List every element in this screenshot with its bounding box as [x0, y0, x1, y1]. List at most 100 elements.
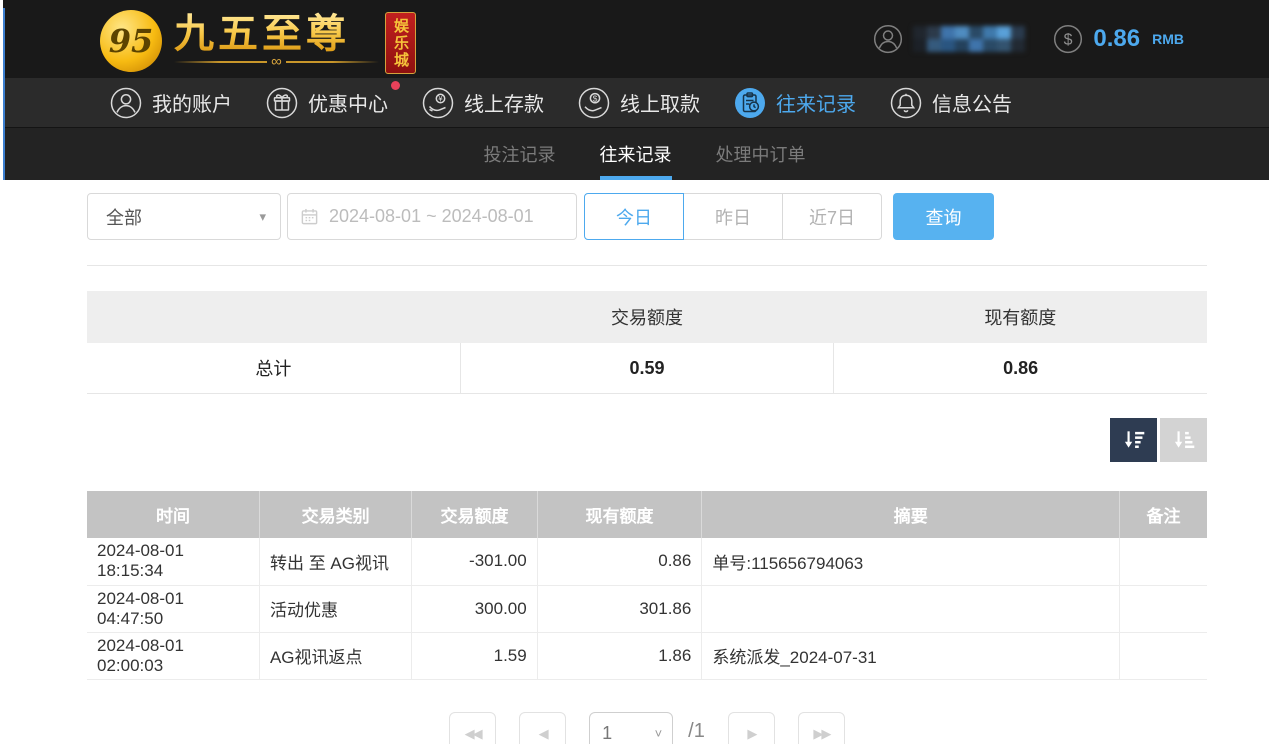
bell-icon — [890, 87, 922, 119]
nav-item-deposit[interactable]: ¥ 线上存款 — [422, 87, 544, 119]
prev-page-button[interactable]: ◀ — [519, 712, 566, 744]
summary-header-row: 交易额度 现有额度 — [87, 291, 1207, 343]
tab-betting-records[interactable]: 投注记录 — [484, 128, 556, 180]
top-header: 95 九五至尊 ∞ 娱乐城 — [0, 0, 1269, 78]
cell-summary — [702, 585, 1120, 632]
nav-item-withdraw[interactable]: $ 线上取款 — [578, 87, 700, 119]
summary-header-empty — [87, 291, 460, 343]
summary-header-current: 现有额度 — [834, 291, 1207, 343]
nav-label: 信息公告 — [932, 88, 1012, 117]
cell-note — [1120, 632, 1207, 679]
nav-item-transaction-records[interactable]: 往来记录 — [734, 87, 856, 119]
first-page-button[interactable]: ◀◀ — [449, 712, 496, 744]
page: 95 九五至尊 ∞ 娱乐城 — [0, 0, 1269, 744]
nav-label: 往来记录 — [776, 88, 856, 117]
svg-text:$: $ — [1064, 32, 1073, 49]
withdraw-icon: $ — [578, 87, 610, 119]
dollar-icon: $ — [1053, 24, 1083, 54]
summary-header-transaction: 交易额度 — [460, 291, 833, 343]
deposit-icon: ¥ — [422, 87, 454, 119]
divider — [87, 265, 1207, 266]
site-title: 九五至尊 — [174, 12, 379, 56]
user-circle-icon — [110, 87, 142, 119]
tab-pending-orders[interactable]: 处理中订单 — [716, 128, 806, 180]
nav-item-announcements[interactable]: 信息公告 — [890, 87, 1012, 119]
last-page-button[interactable]: ▶▶ — [798, 712, 845, 744]
tab-transaction-records[interactable]: 往来记录 — [600, 128, 672, 180]
site-logo[interactable]: 95 九五至尊 ∞ 娱乐城 — [100, 4, 416, 74]
cell-amount: 300.00 — [412, 585, 537, 632]
summary-table: 交易额度 现有额度 总计 0.59 0.86 — [87, 291, 1207, 394]
header-note: 备注 — [1120, 491, 1207, 538]
cell-time: 2024-08-01 04:47:50 — [87, 585, 259, 632]
header-amount: 交易额度 — [412, 491, 537, 538]
svg-text:¥: ¥ — [437, 94, 443, 103]
user-icon — [873, 24, 903, 54]
next-page-button[interactable]: ▶ — [728, 712, 775, 744]
filter-bar: 全部 ▾ 2024-08-01 ~ 2024-08-01 今日 昨日 近7日 — [87, 193, 1207, 240]
cell-note — [1120, 538, 1207, 585]
page-select-value: 1 — [602, 723, 612, 744]
main-nav: 我的账户 优惠中心 ¥ 线上存款 — [0, 78, 1269, 128]
cell-balance: 0.86 — [537, 538, 702, 585]
page-total: /1 — [688, 720, 705, 743]
search-button[interactable]: 查询 — [893, 193, 994, 240]
nav-label: 我的账户 — [152, 88, 232, 117]
cell-type: AG视讯返点 — [259, 632, 411, 679]
header-type: 交易类别 — [259, 491, 411, 538]
nav-item-my-account[interactable]: 我的账户 — [110, 87, 232, 119]
cell-balance: 301.86 — [537, 585, 702, 632]
cell-amount: -301.00 — [412, 538, 537, 585]
nav-label: 线上存款 — [464, 88, 544, 117]
today-button[interactable]: 今日 — [584, 193, 684, 240]
notification-dot — [391, 81, 400, 90]
svg-text:$: $ — [593, 93, 598, 103]
sort-desc-icon — [1121, 427, 1147, 453]
cell-type: 活动优惠 — [259, 585, 411, 632]
cell-amount: 1.59 — [412, 632, 537, 679]
calendar-icon — [300, 207, 319, 226]
chevron-down-icon: ˅ — [655, 726, 663, 741]
record-subtabs: 投注记录 往来记录 处理中订单 — [0, 128, 1269, 180]
sort-ascending-button[interactable] — [1160, 418, 1207, 462]
nav-label: 线上取款 — [620, 88, 700, 117]
cell-summary: 系统派发_2024-07-31 — [702, 632, 1120, 679]
header-time: 时间 — [87, 491, 259, 538]
type-select[interactable]: 全部 ▾ — [87, 193, 281, 240]
summary-current-amount: 0.86 — [834, 343, 1207, 393]
table-row: 2024-08-01 04:47:50 活动优惠 300.00 301.86 — [87, 585, 1207, 632]
table-row: 2024-08-01 18:15:34 转出 至 AG视讯 -301.00 0.… — [87, 538, 1207, 585]
cell-time: 2024-08-01 18:15:34 — [87, 538, 259, 585]
cell-summary: 单号:115656794063 — [702, 538, 1120, 585]
sort-controls — [87, 418, 1207, 462]
page-select[interactable]: 1 ˅ — [589, 712, 673, 744]
logo-badge: 娱乐城 — [385, 12, 416, 74]
balance[interactable]: $ 0.86 RMB — [1053, 24, 1184, 54]
summary-transaction-amount: 0.59 — [461, 343, 835, 393]
cell-time: 2024-08-01 02:00:03 — [87, 632, 259, 679]
table-row: 2024-08-01 02:00:03 AG视讯返点 1.59 1.86 系统派… — [87, 632, 1207, 679]
date-range-value: 2024-08-01 ~ 2024-08-01 — [329, 206, 534, 227]
header-right: $ 0.86 RMB — [873, 0, 1184, 78]
header-balance: 现有额度 — [537, 491, 702, 538]
summary-total-label: 总计 — [87, 343, 461, 393]
quick-date-buttons: 今日 昨日 近7日 — [584, 193, 882, 240]
sort-descending-button[interactable] — [1110, 418, 1157, 462]
logo-emblem-icon: 95 — [100, 10, 162, 72]
sort-asc-icon — [1171, 427, 1197, 453]
user-account[interactable] — [873, 24, 1025, 54]
header-summary: 摘要 — [702, 491, 1120, 538]
balance-amount: 0.86 — [1093, 25, 1140, 53]
content-area: 全部 ▾ 2024-08-01 ~ 2024-08-01 今日 昨日 近7日 — [0, 180, 1269, 744]
gift-icon — [266, 87, 298, 119]
last7days-button[interactable]: 近7日 — [782, 193, 882, 240]
records-table: 时间 交易类别 交易额度 现有额度 摘要 备注 2024-08-01 18:15… — [87, 491, 1207, 680]
summary-total-row: 总计 0.59 0.86 — [87, 343, 1207, 394]
records-header-row: 时间 交易类别 交易额度 现有额度 摘要 备注 — [87, 491, 1207, 538]
balance-currency: RMB — [1152, 31, 1184, 47]
pagination: ◀◀ ◀ 1 ˅ /1 ▶ ▶▶ — [87, 712, 1207, 744]
yesterday-button[interactable]: 昨日 — [683, 193, 783, 240]
date-range-input[interactable]: 2024-08-01 ~ 2024-08-01 — [287, 193, 577, 240]
nav-item-promotions[interactable]: 优惠中心 — [266, 87, 388, 119]
cell-balance: 1.86 — [537, 632, 702, 679]
